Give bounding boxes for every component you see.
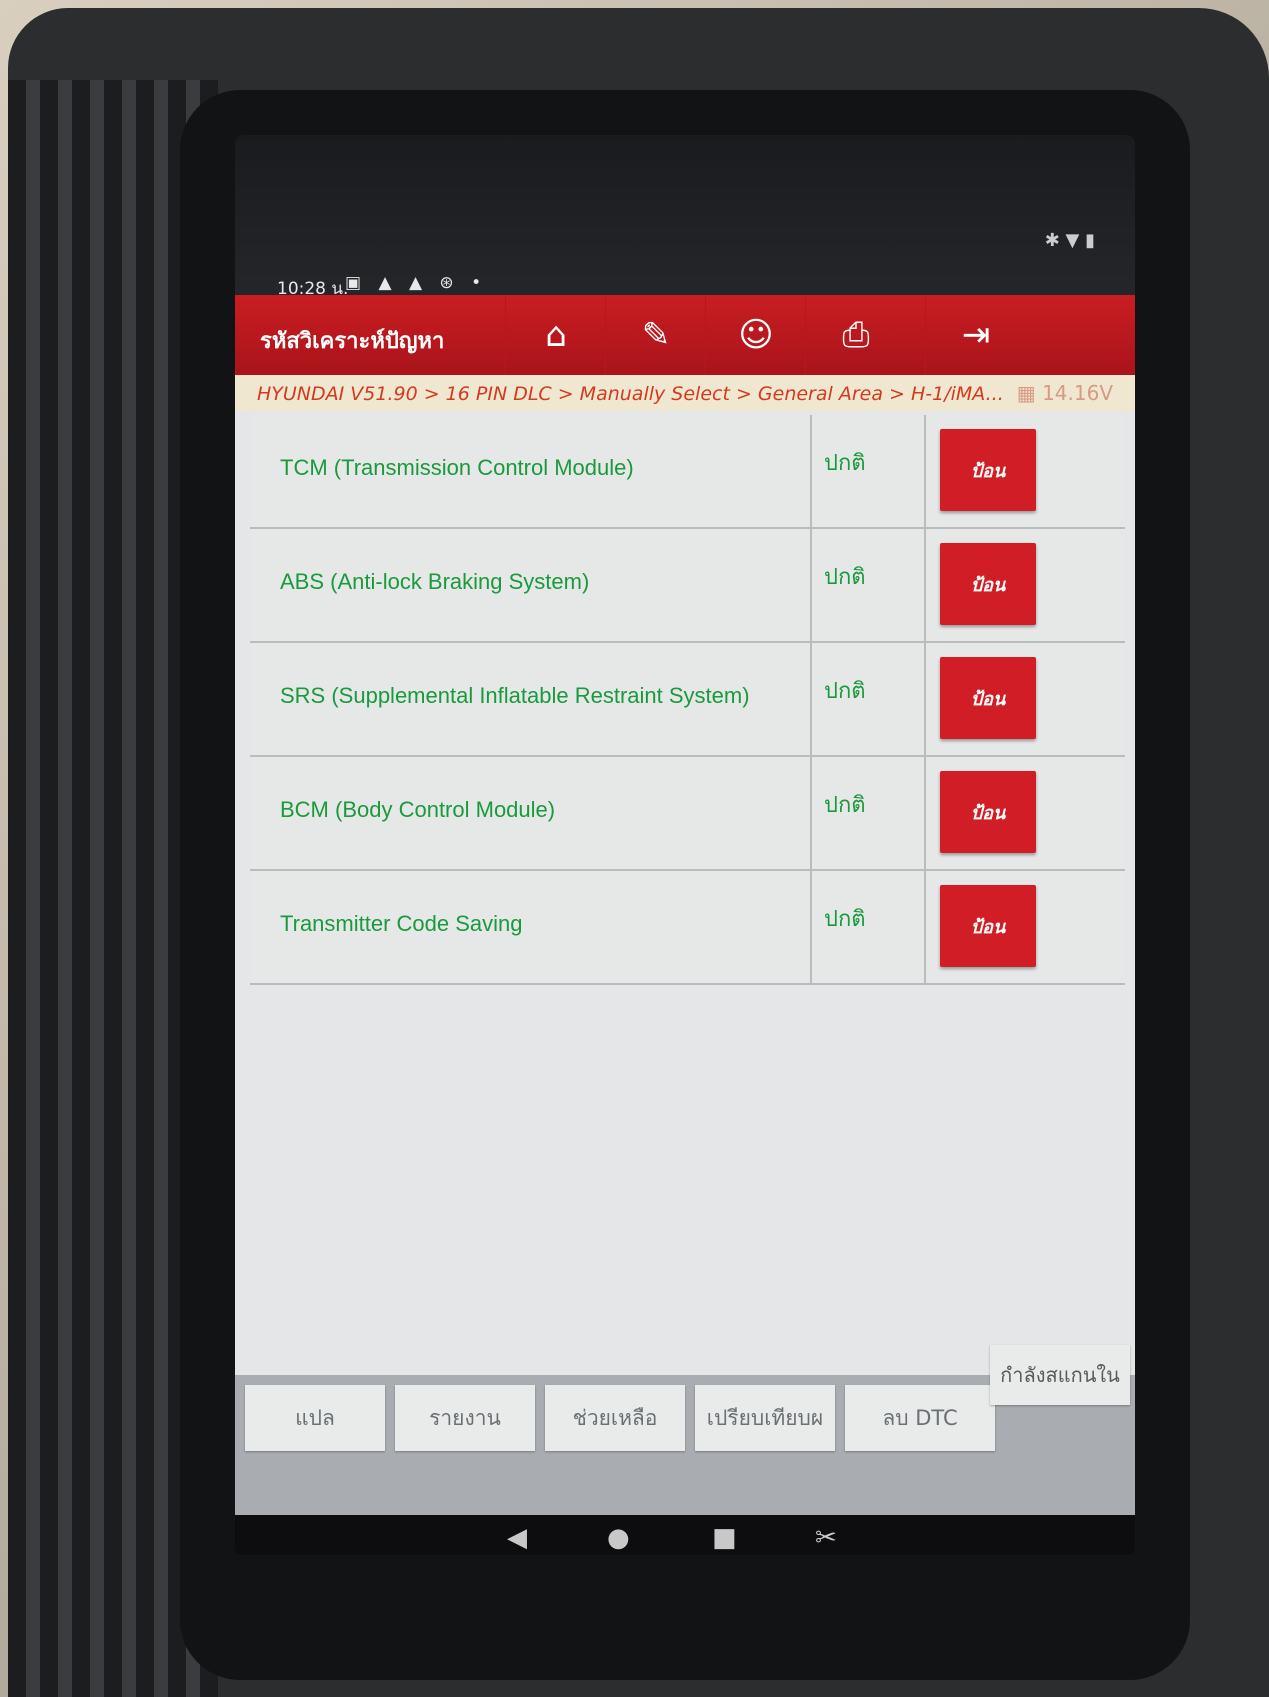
status-bar: 10:28 น. ▣ ▲ ▲ ⊛ • ✱ ▼ ▮: [235, 135, 1135, 299]
edit-icon: ✎: [641, 315, 671, 355]
app-toolbar: รหัสวิเคราะห์ปัญหา ⌂ ✎ ☺ ⎙ ⇥: [235, 295, 1135, 375]
user-icon: ☺: [738, 315, 774, 355]
notification-icons: ▣ ▲ ▲ ⊛ •: [345, 273, 488, 293]
android-nav-bar: ◀ ● ■ ✂: [235, 1515, 1135, 1555]
system-status-cell: ปกติ: [810, 643, 926, 755]
screenshot-icon[interactable]: ✂: [815, 1523, 837, 1553]
system-status: ปกติ: [824, 793, 866, 818]
system-status-cell: ปกติ: [810, 871, 926, 983]
system-name: Transmitter Code Saving: [280, 911, 523, 936]
list-item[interactable]: TCM (Transmission Control Module) ปกติ ป…: [250, 415, 1125, 529]
clear-dtc-button[interactable]: ลบ DTC: [845, 1385, 995, 1451]
system-status: ปกติ: [824, 565, 866, 590]
home-icon: ⌂: [545, 315, 567, 355]
print-icon: ⎙: [842, 315, 870, 355]
exit-icon: ⇥: [961, 315, 991, 355]
system-status-cell: ปกติ: [810, 529, 926, 641]
back-icon[interactable]: ◀: [507, 1523, 527, 1553]
list-item[interactable]: ABS (Anti-lock Braking System) ปกติ ป้อน: [250, 529, 1125, 643]
tablet-screen: 10:28 น. ▣ ▲ ▲ ⊛ • ✱ ▼ ▮ รหัสวิเคราะห์ปั…: [235, 135, 1135, 1555]
enter-button[interactable]: ป้อน: [940, 771, 1036, 853]
print-button[interactable]: ⎙: [805, 295, 906, 375]
report-button[interactable]: รายงาน: [395, 1385, 535, 1451]
page-title: รหัสวิเคราะห์ปัญหา: [260, 328, 445, 353]
recent-apps-icon[interactable]: ■: [712, 1523, 737, 1553]
system-name: BCM (Body Control Module): [280, 797, 556, 822]
breadcrumb-bar: HYUNDAI V51.90 > 16 PIN DLC > Manually S…: [235, 375, 1135, 411]
system-name: TCM (Transmission Control Module): [280, 455, 634, 480]
breadcrumb: HYUNDAI V51.90 > 16 PIN DLC > Manually S…: [257, 383, 1004, 405]
system-status-icons: ✱ ▼ ▮: [1044, 230, 1095, 251]
battery-voltage: ▦ 14.16V: [1016, 381, 1113, 405]
system-name: SRS (Supplemental Inflatable Restraint S…: [280, 683, 750, 708]
scan-status-button[interactable]: กำลังสแกนใน: [990, 1345, 1130, 1405]
enter-button[interactable]: ป้อน: [940, 429, 1036, 511]
system-list: TCM (Transmission Control Module) ปกติ ป…: [250, 415, 1125, 985]
voltage-value: 14.16V: [1042, 381, 1113, 405]
enter-button[interactable]: ป้อน: [940, 543, 1036, 625]
system-status: ปกติ: [824, 679, 866, 704]
system-status-cell: ปกติ: [810, 415, 926, 527]
system-name: ABS (Anti-lock Braking System): [280, 569, 590, 594]
enter-button[interactable]: ป้อน: [940, 657, 1036, 739]
list-item[interactable]: BCM (Body Control Module) ปกติ ป้อน: [250, 757, 1125, 871]
user-button[interactable]: ☺: [705, 295, 806, 375]
home-button[interactable]: ⌂: [505, 295, 606, 375]
edit-button[interactable]: ✎: [605, 295, 706, 375]
home-nav-icon[interactable]: ●: [607, 1523, 630, 1553]
exit-button[interactable]: ⇥: [925, 295, 1026, 375]
system-status: ปกติ: [824, 451, 866, 476]
list-item[interactable]: SRS (Supplemental Inflatable Restraint S…: [250, 643, 1125, 757]
system-status: ปกติ: [824, 907, 866, 932]
system-status-cell: ปกติ: [810, 757, 926, 869]
main-content: HYUNDAI V51.90 > 16 PIN DLC > Manually S…: [235, 375, 1135, 1515]
enter-button[interactable]: ป้อน: [940, 885, 1036, 967]
list-item[interactable]: Transmitter Code Saving ปกติ ป้อน: [250, 871, 1125, 985]
translate-button[interactable]: แปล: [245, 1385, 385, 1451]
help-button[interactable]: ช่วยเหลือ: [545, 1385, 685, 1451]
compare-button[interactable]: เปรียบเทียบผ: [695, 1385, 835, 1451]
